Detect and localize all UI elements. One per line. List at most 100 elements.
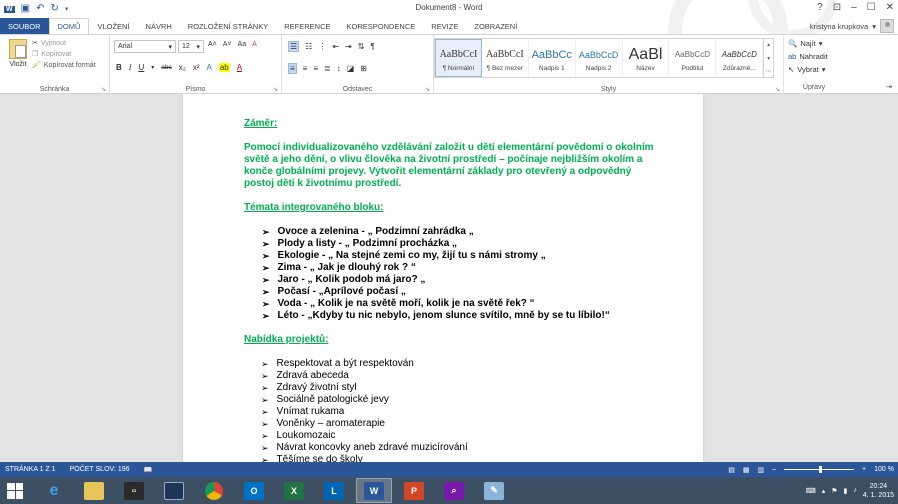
document-page[interactable]: Záměr: Pomocí individualizovaného vzdělá… [183, 94, 703, 462]
taskbar-lenovo[interactable]: ▭ [116, 478, 152, 503]
ribbon-display-button[interactable]: ⊡ [833, 2, 841, 13]
tab-insert[interactable]: VLOŽENÍ [89, 18, 137, 34]
tab-home[interactable]: DOMŮ [48, 18, 90, 34]
tab-view[interactable]: ZOBRAZENÍ [466, 18, 525, 34]
numbering-button[interactable]: ☷ [305, 42, 312, 51]
chevron-up-icon[interactable]: ▴ [767, 41, 770, 48]
increase-indent-button[interactable]: ⇥ [345, 42, 352, 51]
font-launcher-icon[interactable]: ↘ [273, 86, 278, 93]
style-heading-2[interactable]: AaBbCcD Nadpis 2 [576, 39, 623, 77]
keyboard-icon[interactable]: ⌨ [806, 487, 816, 495]
taskbar-monitor[interactable] [156, 478, 192, 503]
format-painter-button[interactable]: 🖌 Kopírovat formát [32, 61, 96, 70]
copy-button[interactable]: ❐ Kopírovat [32, 50, 96, 59]
print-layout-icon[interactable]: ▦ [743, 466, 750, 474]
bullets-button[interactable]: ☰ [288, 41, 300, 52]
taskbar-search-app[interactable]: ⌕ [436, 478, 472, 503]
tray-arrow-icon[interactable]: ▴ [822, 487, 826, 495]
page-count[interactable]: STRÁNKA 1 Z 1 [5, 466, 56, 473]
tab-mailings[interactable]: KORESPONDENCE [339, 18, 424, 34]
undo-icon[interactable]: ↶ [36, 4, 44, 14]
tab-page-layout[interactable]: ROZLOŽENÍ STRÁNKY [180, 18, 276, 34]
bold-button[interactable]: B [116, 63, 122, 72]
underline-button[interactable]: U [138, 63, 144, 72]
select-button[interactable]: ↖ Vybrat ▾ [788, 65, 828, 74]
decrease-indent-button[interactable]: ⇤ [332, 42, 339, 51]
replace-button[interactable]: ab Nahradit [788, 52, 828, 61]
align-right-button[interactable]: ≡ [313, 64, 318, 73]
grow-font-button[interactable]: A˄ [208, 41, 217, 48]
chevron-down-icon[interactable]: ▾ [767, 55, 770, 62]
style-title[interactable]: AaBl Název [623, 39, 670, 77]
taskbar-outlook[interactable]: O [236, 478, 272, 503]
clock[interactable]: 20:24 4. 1. 2015 [863, 482, 894, 500]
zoom-slider[interactable] [784, 466, 855, 473]
read-mode-icon[interactable]: ▤ [728, 466, 735, 474]
clipboard-launcher-icon[interactable]: ↘ [101, 86, 106, 93]
shading-button[interactable]: ◪ [347, 64, 355, 73]
taskbar-lync[interactable]: L [316, 478, 352, 503]
underline-dropdown-icon[interactable]: ▾ [151, 64, 154, 71]
collapse-ribbon-icon[interactable]: ⇥ [886, 83, 892, 91]
show-marks-button[interactable]: ¶ [370, 42, 374, 51]
tab-references[interactable]: REFERENCE [276, 18, 338, 34]
style-normal[interactable]: AaBbCcI ¶ Normální [435, 39, 482, 77]
subscript-button[interactable]: x₂ [179, 63, 186, 72]
find-button[interactable]: 🔍 Najít ▾ [788, 39, 828, 48]
network-icon[interactable]: ▮ [844, 487, 848, 495]
line-spacing-button[interactable]: ↕ [337, 64, 341, 73]
justify-button[interactable]: ≣ [324, 64, 331, 73]
taskbar-explorer[interactable] [76, 478, 112, 503]
style-subtitle[interactable]: AaBbCcD Podtitul [669, 39, 717, 77]
style-no-spacing[interactable]: AaBbCcI ¶ Bez mezer [482, 39, 529, 77]
sort-button[interactable]: ⇅ [358, 42, 365, 51]
web-layout-icon[interactable]: ▥ [758, 466, 765, 474]
taskbar-word[interactable]: W [356, 478, 392, 503]
user-account[interactable]: kristyna krupkova ▾ [810, 18, 894, 34]
flag-icon[interactable]: ⚑ [831, 487, 837, 495]
taskbar-chrome[interactable] [196, 478, 232, 503]
customize-qat-icon[interactable]: ▾ [65, 6, 69, 13]
taskbar-powerpoint[interactable]: P [396, 478, 432, 503]
more-styles-icon[interactable]: ⋯ [766, 68, 772, 75]
highlight-button[interactable]: ab [218, 63, 230, 72]
proofing-icon[interactable]: 📖 [144, 466, 153, 474]
change-case-button[interactable]: Aa [238, 41, 247, 48]
align-left-button[interactable]: ≡ [288, 63, 297, 74]
taskbar-paint[interactable]: ✎ [476, 478, 512, 503]
paste-button[interactable]: Vložit [6, 39, 30, 68]
superscript-button[interactable]: x² [193, 63, 200, 72]
zoom-in-button[interactable]: + [862, 466, 866, 473]
start-button[interactable] [0, 477, 30, 504]
shrink-font-button[interactable]: A˅ [223, 41, 232, 48]
document-content[interactable]: Záměr: Pomocí individualizovaného vzdělá… [244, 118, 664, 462]
help-button[interactable]: ? [817, 2, 823, 13]
borders-button[interactable]: ⊞ [360, 64, 367, 73]
zoom-level[interactable]: 100 % [874, 466, 894, 473]
redo-icon[interactable]: ↻ [50, 4, 58, 14]
cut-button[interactable]: ✂ Vyjmout [32, 39, 96, 48]
tab-design[interactable]: NÁVRH [138, 18, 180, 34]
close-button[interactable]: ✕ [886, 2, 894, 13]
strikethrough-button[interactable]: abc [161, 64, 171, 71]
style-heading-1[interactable]: AaBbCc Nadpis 1 [529, 39, 576, 77]
multilevel-list-button[interactable]: ⋮ [318, 42, 326, 51]
font-family-select[interactable]: Arial ▾ [114, 40, 176, 53]
font-color-button[interactable]: A [237, 63, 242, 72]
style-emphasis[interactable]: AaBbCcD Zdůrazně... [716, 39, 764, 77]
minimize-button[interactable]: – [851, 2, 857, 13]
volume-icon[interactable]: ♪ [853, 487, 857, 494]
taskbar-ie[interactable]: e [36, 478, 72, 503]
italic-button[interactable]: I [129, 63, 132, 72]
tab-review[interactable]: REVIZE [423, 18, 466, 34]
word-count[interactable]: POČET SLOV: 196 [70, 466, 130, 473]
paragraph-launcher-icon[interactable]: ↘ [425, 86, 430, 93]
save-icon[interactable]: ▣ [21, 4, 30, 14]
align-center-button[interactable]: ≡ [303, 64, 308, 73]
font-size-select[interactable]: 12 ▾ [178, 40, 204, 53]
zoom-out-button[interactable]: – [772, 466, 776, 473]
clear-format-button[interactable]: A [252, 41, 257, 48]
text-effects-button[interactable]: A [207, 63, 212, 72]
maximize-button[interactable]: ☐ [867, 2, 876, 13]
tab-file[interactable]: SOUBOR [0, 18, 49, 34]
